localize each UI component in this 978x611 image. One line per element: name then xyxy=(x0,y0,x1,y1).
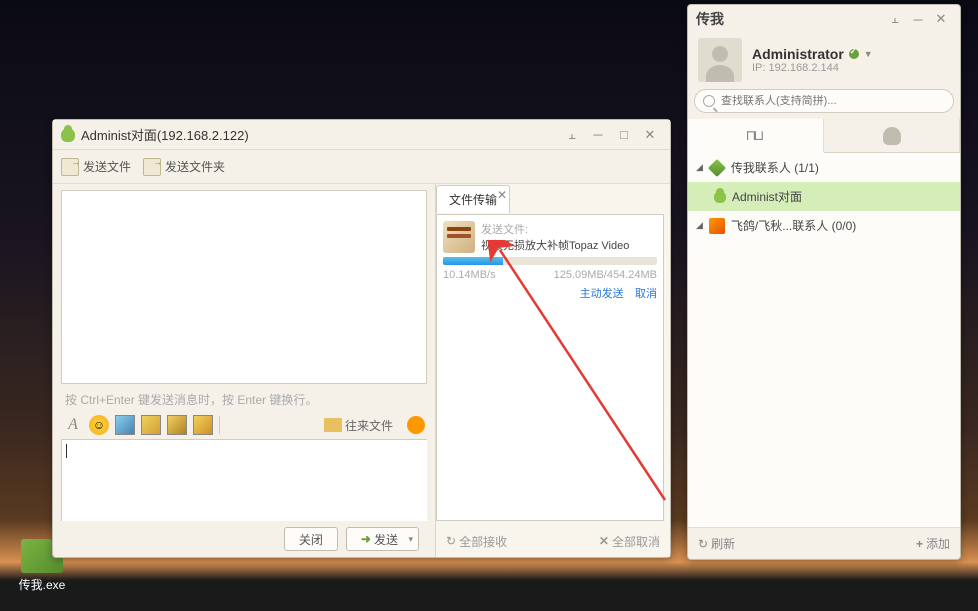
send-folder-button[interactable]: 发送文件夹 xyxy=(143,158,225,176)
chat-titlebar[interactable]: Administ对面(192.168.2.122) ⫠ ─ □ ✕ xyxy=(53,120,670,150)
search-icon xyxy=(703,95,715,107)
archive-icon xyxy=(443,221,475,253)
search-box[interactable] xyxy=(694,89,954,113)
font-button[interactable]: A xyxy=(63,415,83,435)
input-hint: 按 Ctrl+Enter 键发送消息时，按 Enter 键换行。 xyxy=(61,388,427,411)
app-title: 传我 xyxy=(696,9,884,29)
image-button[interactable] xyxy=(115,415,135,435)
group-icon xyxy=(709,218,725,234)
minimize-button[interactable]: ─ xyxy=(907,10,929,28)
send-label: 发送文件: xyxy=(481,221,657,237)
past-files-button[interactable]: 往来文件 xyxy=(324,417,393,434)
emoji-button[interactable]: ☺ xyxy=(89,415,109,435)
refresh-button[interactable]: ↻ 刷新 xyxy=(698,535,735,552)
screenshot-button[interactable] xyxy=(141,415,161,435)
contact-tabs xyxy=(688,119,960,153)
close-button[interactable]: ✕ xyxy=(638,126,662,144)
folder-icon xyxy=(324,418,342,432)
progress-bar xyxy=(443,257,657,265)
active-send-link[interactable]: 主动发送 xyxy=(580,288,624,300)
avatar[interactable] xyxy=(698,38,742,82)
add-button[interactable]: + 添加 xyxy=(916,535,950,552)
contact-list[interactable]: ◢ 传我联系人 (1/1) Administ对面 ◢ 飞鸽/飞秋...联系人 (… xyxy=(688,153,960,527)
chat-toolbar: 发送文件 发送文件夹 xyxy=(53,150,670,184)
send-file-button[interactable]: 发送文件 xyxy=(61,158,131,176)
main-titlebar[interactable]: 传我 ⫠ ─ ✕ xyxy=(688,5,960,33)
sound-button[interactable] xyxy=(407,416,425,434)
close-chat-button[interactable]: 关闭 xyxy=(284,527,338,551)
group-icon xyxy=(708,158,726,176)
contact-item[interactable]: Administ对面 xyxy=(688,182,960,211)
chat-title: Administ对面(192.168.2.122) xyxy=(81,125,560,144)
file-icon xyxy=(61,158,79,176)
maximize-button[interactable]: □ xyxy=(612,126,636,144)
username: Administrator ▼ xyxy=(752,46,950,62)
shortcut-label: 传我.exe xyxy=(12,576,72,593)
search-input[interactable] xyxy=(721,95,945,107)
profile-section: Administrator ▼ IP: 192.168.2.144 xyxy=(688,33,960,87)
contact-group[interactable]: ◢ 飞鸽/飞秋...联系人 (0/0) xyxy=(688,211,960,240)
chat-window: Administ对面(192.168.2.122) ⫠ ─ □ ✕ 发送文件 发… xyxy=(52,119,671,558)
close-tab-icon[interactable]: ✕ xyxy=(497,188,507,202)
tab-network[interactable] xyxy=(688,119,824,153)
folder-icon xyxy=(143,158,161,176)
expand-icon: ◢ xyxy=(696,162,703,173)
online-status-icon[interactable] xyxy=(849,49,859,59)
user-status-icon xyxy=(61,128,75,142)
network-icon xyxy=(746,127,766,143)
pin-button[interactable]: ⫠ xyxy=(884,10,906,28)
message-input[interactable] xyxy=(61,439,427,521)
capture-button[interactable] xyxy=(167,415,187,435)
transfer-speed: 10.14MB/s xyxy=(443,269,496,281)
clip-button[interactable] xyxy=(193,415,213,435)
transfer-tab[interactable]: 文件传输 ✕ xyxy=(436,185,510,213)
accept-all-button[interactable]: ↻ 全部接收 xyxy=(446,533,507,550)
contact-group[interactable]: ◢ 传我联系人 (1/1) xyxy=(688,153,960,182)
person-icon xyxy=(883,127,901,145)
status-dropdown-icon[interactable]: ▼ xyxy=(864,49,873,59)
transfer-item: 发送文件: 视频无损放大补帧Topaz Video 10.14MB/s 125.… xyxy=(443,221,657,301)
main-footer: ↻ 刷新 + 添加 xyxy=(688,527,960,559)
cancel-link[interactable]: 取消 xyxy=(635,288,657,300)
cancel-all-button[interactable]: ✕ 全部取消 xyxy=(599,533,660,550)
expand-icon: ◢ xyxy=(696,220,703,231)
main-window: 传我 ⫠ ─ ✕ Administrator ▼ IP: 192.168.2.1… xyxy=(687,4,961,560)
send-button[interactable]: ➜发送 xyxy=(346,527,419,551)
user-icon xyxy=(714,191,726,203)
format-toolbar: A ☺ 往来文件 xyxy=(61,411,427,439)
minimize-button[interactable]: ─ xyxy=(586,126,610,144)
chat-history[interactable] xyxy=(61,190,427,384)
transfer-panel: 文件传输 ✕ 发送文件: 视频无损放大补帧Topaz Video 10 xyxy=(435,184,670,557)
transfer-progress: 125.09MB/454.24MB xyxy=(554,269,657,281)
close-button[interactable]: ✕ xyxy=(930,10,952,28)
pin-button[interactable]: ⫠ xyxy=(560,126,584,144)
file-name: 视频无损放大补帧Topaz Video xyxy=(481,237,657,253)
tab-contacts[interactable] xyxy=(824,119,960,152)
ip-address: IP: 192.168.2.144 xyxy=(752,62,950,74)
